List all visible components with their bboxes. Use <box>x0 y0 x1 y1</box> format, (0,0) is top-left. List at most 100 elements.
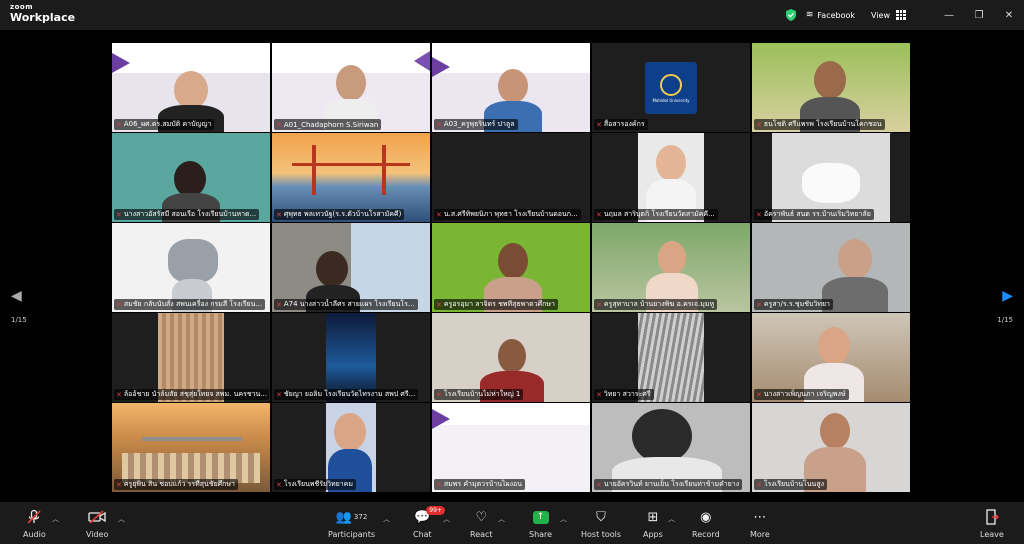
restore-button[interactable]: ❐ <box>964 10 994 21</box>
meeting-controls: Audio ︿ Video ︿ 👥 372 Participants ︿ 💬 99+… <box>0 502 1024 544</box>
video-tile[interactable]: ✕ นายอัครวินท์ ยานเย็น โรงเรียนท่าข้ามคำย… <box>592 403 750 492</box>
muted-mic-icon: ✕ <box>756 210 762 219</box>
participant-name: ✕ น.ส.ศรีทิพยนิภา พุทธา โรงเรียนบ้านดอนก.… <box>434 209 581 220</box>
record-label: Record <box>692 530 720 539</box>
video-tile[interactable]: ✕ A01_Chadaphorn S.Siriwan <box>272 43 430 132</box>
participant-name: ✕ โรงเรียนบ้านโนนสูง <box>754 479 828 490</box>
muted-mic-icon: ✕ <box>596 480 602 489</box>
title-bar: zoom Workplace ≋ Facebook View — ❐ ✕ <box>0 0 1024 30</box>
muted-mic-icon: ✕ <box>436 300 442 309</box>
video-tile[interactable]: ✕ ครูสา/ร.ร.ชุมชับวิทยา <box>752 223 910 312</box>
participant-name: ✕ สื่อสารองค์กร <box>594 119 648 130</box>
video-tile[interactable]: ✕ โรงเรียนบ้านโนนสูง <box>752 403 910 492</box>
zoom-logo: zoom Workplace <box>10 4 75 24</box>
livestream-facebook[interactable]: ≋ Facebook <box>806 10 855 20</box>
participants-icon: 👥 372 <box>335 509 368 525</box>
apps-button[interactable]: ⊞ Apps <box>643 508 663 540</box>
audio-button[interactable]: Audio <box>23 508 46 539</box>
participants-label: Participants <box>328 530 375 539</box>
participant-name: ✕ A06_ผศ.ดร.สมบัติ คาบัญญา <box>114 119 215 130</box>
video-button[interactable]: Video <box>86 508 108 539</box>
video-tile[interactable]: ✕ ครูสุทาบาล บ้านยางพิฆ อ.ครเจ.มุมหู <box>592 223 750 312</box>
chat-button[interactable]: 💬 99+ Chat <box>413 506 445 539</box>
muted-mic-icon: ✕ <box>436 480 442 489</box>
video-tile[interactable]: ✕ A06_ผศ.ดร.สมบัติ คาบัญญา <box>112 43 270 132</box>
participant-name: ✕ วิทยา สวาระศรี <box>594 389 654 400</box>
video-tile[interactable]: ✕ ครูอรอุมา ลาจิตร ชพทีสุธพาตวศึกษา <box>432 223 590 312</box>
apps-caret-icon[interactable]: ︿ <box>668 514 675 524</box>
gallery-view: ◀ 1/15 ▶ 1/15 ✕ A06_ผศ.ดร.สมบัติ คาบัญญา … <box>0 30 1024 502</box>
video-options-caret-icon[interactable]: ︿ <box>118 514 125 524</box>
participant-name: ✕ ศุพุทธ พลเทวนัฐ(ร.ร.ตัวบ้านโรสามัคคี) <box>274 209 405 220</box>
participant-name: ✕ A01_Chadaphorn S.Siriwan <box>274 119 382 130</box>
video-tile[interactable]: ✕ ล้ออ้ชาย นำล้มสัย สชุสุ่ยใทยจ สพม. นครช… <box>112 313 270 402</box>
muted-mic-icon: ✕ <box>276 300 282 309</box>
video-tile[interactable]: ✕ ธนโชติ ศรีแพรพ โรงเรียนบ้านโคกชอน <box>752 43 910 132</box>
video-tile[interactable]: ✕ นางสาวเพ็ญนภา เจริญพงษ์ <box>752 313 910 402</box>
participant-name: ✕ สมพร คำมุตวรบ้านไผงอน <box>434 479 526 490</box>
page-indicator-left: 1/15 <box>11 316 27 324</box>
participant-name: ✕ โรงเรียนพชีรัยวิทยาคม <box>274 479 356 490</box>
host-tools-label: Host tools <box>581 530 622 539</box>
record-icon: ◉ <box>700 509 712 525</box>
chat-caret-icon[interactable]: ︿ <box>443 514 450 524</box>
video-tile[interactable]: ✕ A03_ครูพุธรินทร์ ปาลูล <box>432 43 590 132</box>
mahidol-university-logo: Mahidol University <box>645 62 697 114</box>
apps-label: Apps <box>643 530 663 539</box>
shield-icon: ⛉ <box>596 509 606 525</box>
video-tile[interactable]: ✕ A74 นางสาวน้ำลีศร สายแผร โรงเรียนโร... <box>272 223 430 312</box>
react-caret-icon[interactable]: ︿ <box>498 514 505 524</box>
share-caret-icon[interactable]: ︿ <box>560 514 567 524</box>
more-button[interactable]: ⋯ More <box>750 508 770 540</box>
muted-mic-icon: ✕ <box>756 390 762 399</box>
react-button[interactable]: ♡ React <box>470 508 493 540</box>
video-tile[interactable]: ✕ สมพร คำมุตวรบ้านไผงอน <box>432 403 590 492</box>
participant-name: ✕ ครูสุทาบาล บ้านยางพิฆ อ.ครเจ.มุมหู <box>594 299 718 310</box>
record-button[interactable]: ◉ Record <box>692 508 720 540</box>
security-shield-icon[interactable] <box>784 8 798 22</box>
video-tile[interactable]: ✕ ชัยญา ยอลิม โรงเรียนวัดไทรงาม สพป ศรี..… <box>272 313 430 402</box>
participant-name: ✕ ธนโชติ ศรีแพรพ โรงเรียนบ้านโคกชอน <box>754 119 885 130</box>
share-button[interactable]: ↑ Share <box>529 508 552 539</box>
muted-mic-icon: ✕ <box>596 390 602 399</box>
page-indicator-right: 1/15 <box>997 316 1013 324</box>
muted-mic-icon: ✕ <box>596 210 602 219</box>
next-page-arrow-icon[interactable]: ▶ <box>1002 288 1013 304</box>
participant-name: ✕ ครูสา/ร.ร.ชุมชับวิทยา <box>754 299 833 310</box>
video-tile[interactable]: ✕ อัคราพันธ์ สนต รร.บ้านเริ่มวิทยาลัย <box>752 133 910 222</box>
leave-door-icon <box>985 508 999 526</box>
audio-label: Audio <box>23 530 46 539</box>
view-label: View <box>871 10 890 20</box>
muted-mic-icon: ✕ <box>276 120 282 129</box>
muted-mic-icon: ✕ <box>596 120 602 129</box>
muted-mic-icon: ✕ <box>756 480 762 489</box>
video-tile[interactable]: ✕ ครูยุพิน สิน ชอบแก้ว รรทีสุนชัยศึกษา <box>112 403 270 492</box>
participant-name: ✕ นฤมล สาริบุตกิ โรงเรียนวัดสามัคคี... <box>594 209 718 220</box>
video-tile[interactable]: ✕ ศุพุทธ พลเทวนัฐ(ร.ร.ตัวบ้านโรสามัคคี) <box>272 133 430 222</box>
participant-name: ✕ ครูอรอุมา ลาจิตร ชพทีสุธพาตวศึกษา <box>434 299 558 310</box>
host-tools-button[interactable]: ⛉ Host tools <box>581 508 622 540</box>
gallery-grid-icon <box>896 10 906 20</box>
previous-page-arrow-icon[interactable]: ◀ <box>11 288 22 304</box>
participants-button[interactable]: 👥 372 Participants <box>328 508 375 540</box>
minimize-button[interactable]: — <box>934 10 964 21</box>
video-tile[interactable]: ✕ น.ส.ศรีทิพยนิภา พุทธา โรงเรียนบ้านดอนก.… <box>432 133 590 222</box>
video-tile[interactable]: ✕ นางสาวอัสรัสมี สอนเรือ โรงเรียนบ้านหาด.… <box>112 133 270 222</box>
leave-label: Leave <box>980 530 1004 539</box>
video-tile[interactable]: ✕ โรงเรียนพชีรัยวิทยาคม <box>272 403 430 492</box>
muted-mic-icon: ✕ <box>756 300 762 309</box>
video-tile[interactable]: ✕ สมชัย กลับนับสั่ง สพนเครื่อง กรมสี โรงเ… <box>112 223 270 312</box>
leave-button[interactable]: Leave <box>980 508 1004 539</box>
muted-mic-icon: ✕ <box>116 300 122 309</box>
video-tile[interactable]: ✕ วิทยา สวาระศรี <box>592 313 750 402</box>
live-signal-icon: ≋ <box>805 10 814 20</box>
close-window-button[interactable]: ✕ <box>994 10 1024 21</box>
video-tile[interactable]: Mahidol University ✕ สื่อสารองค์กร <box>592 43 750 132</box>
video-tile[interactable]: ✕ โรงเรียนบ้านไม่ห่าใหญ่ 1 <box>432 313 590 402</box>
audio-options-caret-icon[interactable]: ︿ <box>52 514 59 524</box>
view-button[interactable]: View <box>871 10 906 20</box>
apps-icon: ⊞ <box>647 509 659 525</box>
video-tile[interactable]: ✕ นฤมล สาริบุตกิ โรงเรียนวัดสามัคคี... <box>592 133 750 222</box>
participant-name: ✕ ล้ออ้ชาย นำล้มสัย สชุสุ่ยใทยจ สพม. นครช… <box>114 389 269 400</box>
participants-caret-icon[interactable]: ︿ <box>383 514 390 524</box>
